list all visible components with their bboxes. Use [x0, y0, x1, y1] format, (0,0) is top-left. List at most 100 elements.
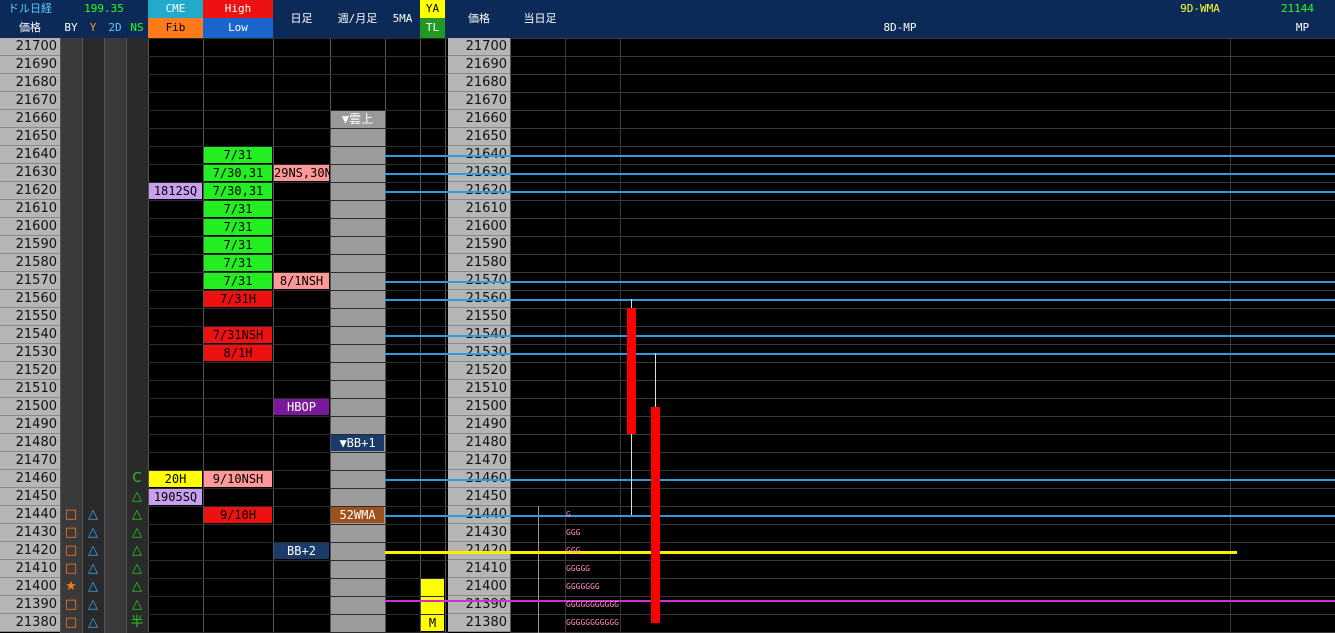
chart-grid-hline	[510, 452, 1335, 453]
price-left: 21460	[0, 470, 60, 488]
price-right: 21600	[448, 218, 510, 236]
tpo-profile-row: GGGGGGGGGGG	[566, 600, 619, 609]
level-label: 1812SQ	[149, 183, 202, 199]
level-label: 7/31	[204, 273, 272, 289]
price-left: 21580	[0, 254, 60, 272]
level-label: HBOP	[274, 399, 329, 415]
blue-level-line	[385, 155, 1335, 157]
chart-grid-hline	[510, 110, 1335, 111]
price-left: 21600	[0, 218, 60, 236]
price-col-header: 価格	[0, 18, 60, 38]
price-right: 21510	[448, 380, 510, 398]
price-right: 21550	[448, 308, 510, 326]
chart-grid-hline	[510, 614, 1335, 615]
level-label: ▼BB+1	[331, 435, 384, 451]
blue-level-line	[385, 299, 1335, 301]
8d-mp-header: 8D-MP	[860, 18, 940, 38]
chart-grid-hline	[510, 56, 1335, 57]
price-left: 21610	[0, 200, 60, 218]
level-label: 7/31	[204, 237, 272, 253]
weekly-monthly-col-header: 週/月足	[330, 0, 385, 38]
level-label: 20H	[149, 471, 202, 487]
2d-col-header: 2D	[104, 18, 126, 38]
weekly-monthly-column	[330, 110, 385, 633]
chart-grid-hline	[510, 560, 1335, 561]
2d-column	[104, 38, 126, 633]
price-left: 21680	[0, 74, 60, 92]
price-left: 21550	[0, 308, 60, 326]
price-left: 21430	[0, 524, 60, 542]
signal-symbol: 半	[130, 615, 144, 630]
signal-symbol: △	[132, 489, 142, 504]
tpo-profile-row: GGGGG	[566, 564, 591, 573]
y-col-header: Y	[82, 18, 104, 38]
signal-symbol: ★	[65, 579, 77, 594]
level-label: 9/10NSH	[204, 471, 272, 487]
wma-value: 21144	[1260, 0, 1335, 18]
grid-hline	[148, 74, 448, 75]
level-label: ▼雲上	[331, 111, 384, 127]
chart-grid-hline	[510, 74, 1335, 75]
grid-hline	[148, 326, 448, 327]
level-label: 29NS,30NSH	[274, 165, 329, 181]
level-label: 7/31	[204, 219, 272, 235]
price-left: 21510	[0, 380, 60, 398]
level-label: 52WMA	[331, 507, 384, 523]
price-right: 21690	[448, 56, 510, 74]
price-left: 21640	[0, 146, 60, 164]
low-col-header: Low	[203, 18, 273, 38]
signal-symbol: △	[88, 579, 98, 594]
chart-grid-hline	[510, 128, 1335, 129]
price-right: 21700	[448, 38, 510, 56]
price-ladder-board: ドル日経 199.35 価格 BY Y 2D NS CME Fib High Low 日足 週/月足 5M…	[0, 0, 1335, 633]
price-left: 21520	[0, 362, 60, 380]
price-left: 21670	[0, 92, 60, 110]
price-right: 21390	[448, 596, 510, 614]
signal-symbol: △	[132, 561, 142, 576]
chart-grid-hline	[510, 236, 1335, 237]
signal-symbol: △	[132, 597, 142, 612]
grid-hline	[148, 578, 448, 579]
by-col-header: BY	[60, 18, 82, 38]
grid-hline	[148, 362, 448, 363]
price-left: 21660	[0, 110, 60, 128]
blue-level-line	[385, 335, 1335, 337]
price-right: 21590	[448, 236, 510, 254]
price-left: 21560	[0, 290, 60, 308]
ya-col-header: YA	[420, 0, 445, 18]
signal-symbol: △	[132, 507, 142, 522]
price-left: 21620	[0, 182, 60, 200]
9d-wma-header: 9D-WMA	[1160, 0, 1240, 18]
signal-symbol: △	[88, 543, 98, 558]
signal-symbol: □	[64, 543, 78, 558]
blue-level-line	[385, 515, 1335, 517]
grid-hline	[148, 290, 448, 291]
signal-symbol: □	[64, 615, 78, 630]
chart-grid-hline	[510, 272, 1335, 273]
grid-hline	[148, 434, 448, 435]
price-right: 21430	[448, 524, 510, 542]
grid-vline	[104, 38, 105, 633]
price-left: 21420	[0, 542, 60, 560]
price-right: 21610	[448, 200, 510, 218]
candle-body	[651, 407, 660, 623]
blue-level-line	[385, 479, 1335, 481]
level-label: 7/31H	[204, 291, 272, 307]
price-left: 21390	[0, 596, 60, 614]
tpo-profile-row: GGG	[566, 546, 581, 555]
chart-grid-hline	[510, 254, 1335, 255]
level-label: 1905SQ	[149, 489, 202, 505]
price-right: 21660	[448, 110, 510, 128]
signal-symbol: △	[132, 525, 142, 540]
chart-grid-vline	[538, 506, 539, 633]
price-right: 21400	[448, 578, 510, 596]
mp-header: MP	[1270, 18, 1335, 38]
candle-body	[627, 308, 636, 434]
price-right: 21520	[448, 362, 510, 380]
grid-hline	[148, 416, 448, 417]
price-left: 21570	[0, 272, 60, 290]
chart-grid-hline	[510, 596, 1335, 597]
signal-symbol: △	[132, 579, 142, 594]
price-left: 21650	[0, 128, 60, 146]
grid-hline	[148, 344, 448, 345]
